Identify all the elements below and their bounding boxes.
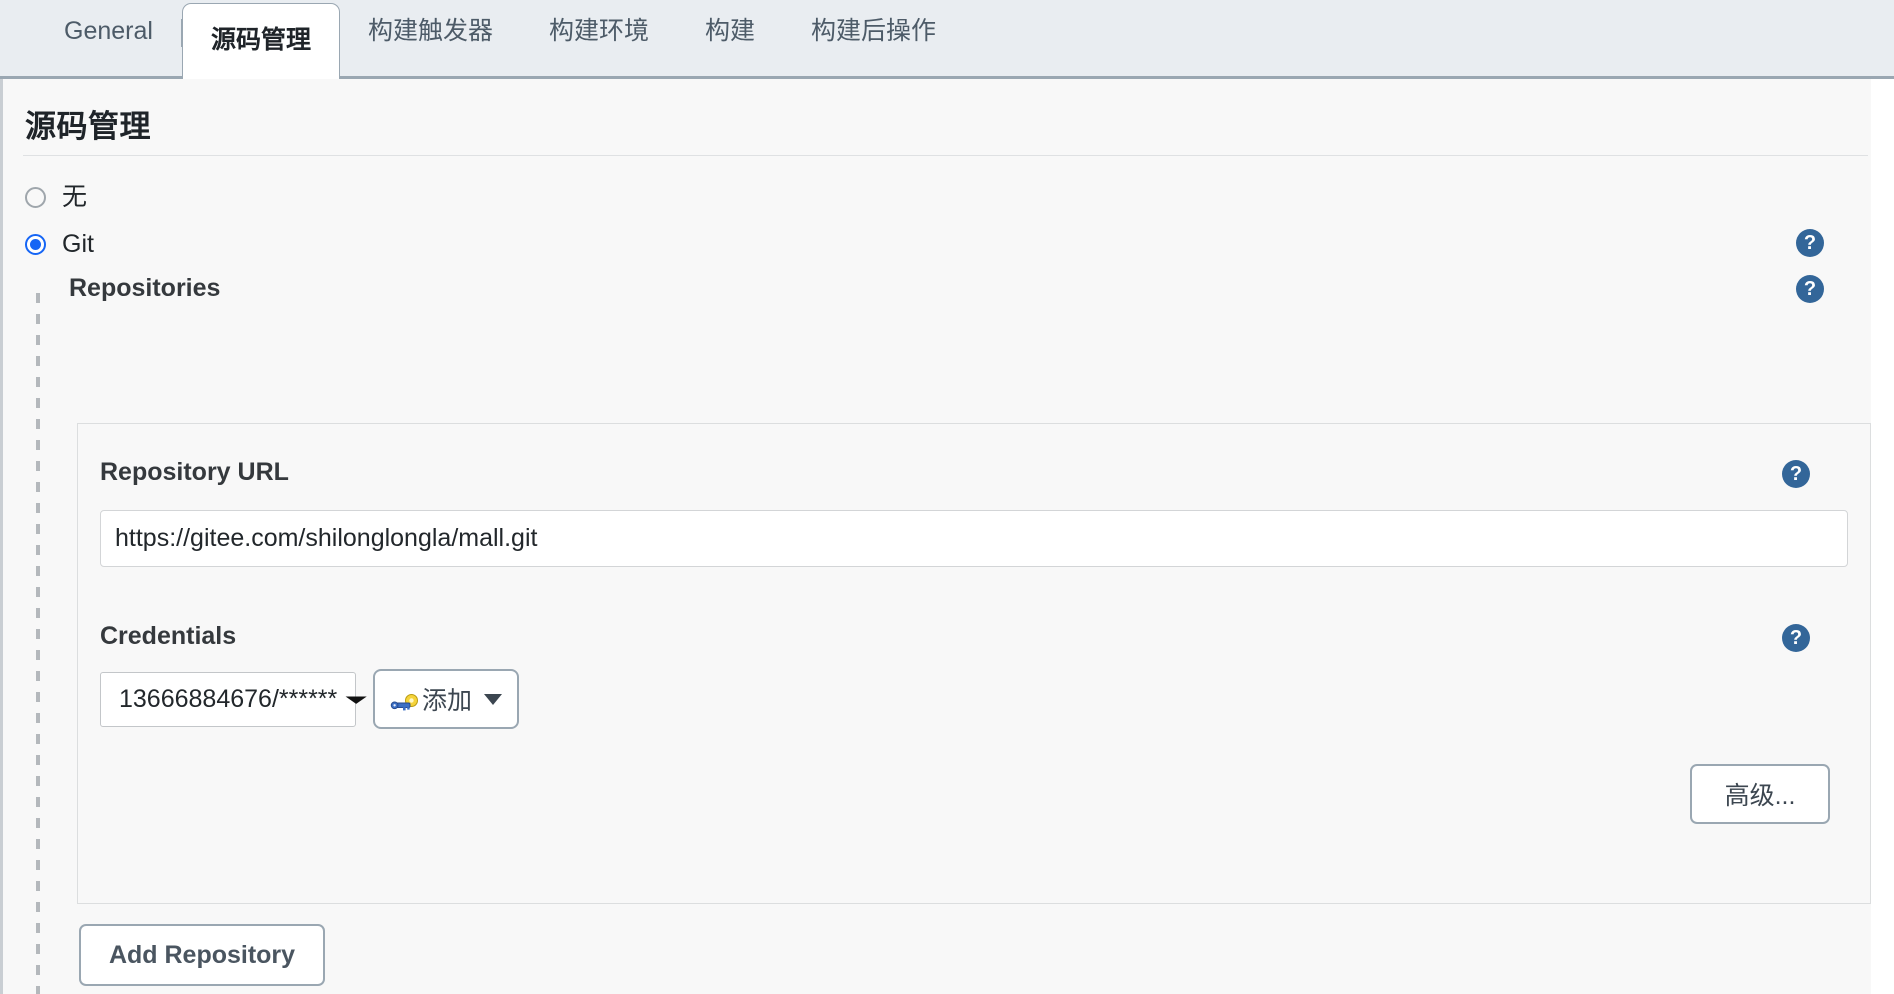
scm-option-git[interactable]: Git xyxy=(25,232,94,257)
repositories-help-icon[interactable]: ? xyxy=(1796,275,1824,303)
credentials-help-icon[interactable]: ? xyxy=(1782,624,1810,652)
tab-build-environment-label: 构建环境 xyxy=(548,16,649,45)
jenkins-job-config-page: General 源码管理 构建触发器 构建环境 构建 构建后操作 源码管理 无 … xyxy=(0,0,1894,994)
repository-url-label: Repository URL xyxy=(100,458,289,486)
right-gutter xyxy=(1871,79,1894,994)
add-credentials-label: 添加 xyxy=(421,687,472,715)
nesting-guide-line xyxy=(36,293,40,994)
add-repository-button[interactable]: Add Repository xyxy=(79,924,325,986)
title-divider xyxy=(23,155,1868,156)
config-tab-bar: General 源码管理 构建触发器 构建环境 构建 构建后操作 xyxy=(0,0,1894,79)
add-credentials-button[interactable]: 添加 xyxy=(373,669,519,729)
repository-url-help-icon[interactable]: ? xyxy=(1782,460,1810,488)
tab-post-build-actions[interactable]: 构建后操作 xyxy=(783,0,964,76)
tab-build-label: 构建 xyxy=(705,16,756,45)
chevron-down-icon: ⏷ xyxy=(345,689,368,710)
scm-option-none-label: 无 xyxy=(62,183,88,211)
repository-url-input[interactable] xyxy=(100,510,1848,567)
advanced-button[interactable]: 高级... xyxy=(1690,764,1830,824)
credentials-select-value: 13666884676/****** xyxy=(119,685,338,713)
key-icon xyxy=(390,690,420,711)
radio-git[interactable] xyxy=(25,234,46,255)
scm-option-git-label: Git xyxy=(62,230,94,258)
credentials-select[interactable]: 13666884676/****** ⏷ xyxy=(100,672,367,727)
caret-down-icon xyxy=(484,693,502,705)
tab-post-build-actions-label: 构建后操作 xyxy=(811,16,937,45)
tab-build-triggers-label: 构建触发器 xyxy=(367,16,493,45)
radio-none[interactable] xyxy=(25,187,46,208)
scm-option-none[interactable]: 无 xyxy=(25,185,87,210)
tab-build-environment[interactable]: 构建环境 xyxy=(521,0,677,76)
tab-source-code-management-label: 源码管理 xyxy=(210,25,311,54)
advanced-button-label: 高级... xyxy=(1724,782,1796,810)
add-repository-label: Add Repository xyxy=(108,940,296,969)
credentials-label: Credentials xyxy=(100,622,237,650)
tab-general[interactable]: General xyxy=(36,0,181,76)
repository-panel: Repository URL ? Credentials ? 136668846… xyxy=(77,423,1871,904)
repositories-label: Repositories xyxy=(69,274,221,302)
tab-build[interactable]: 构建 xyxy=(677,0,783,76)
tab-general-label: General xyxy=(64,16,153,45)
tab-source-code-management[interactable]: 源码管理 xyxy=(181,3,340,79)
page-title: 源码管理 xyxy=(25,109,151,144)
git-help-icon[interactable]: ? xyxy=(1796,229,1824,257)
tab-build-triggers[interactable]: 构建触发器 xyxy=(340,0,521,76)
config-content-area: 源码管理 无 Git ? Repositories ? Repository U… xyxy=(0,79,1871,994)
